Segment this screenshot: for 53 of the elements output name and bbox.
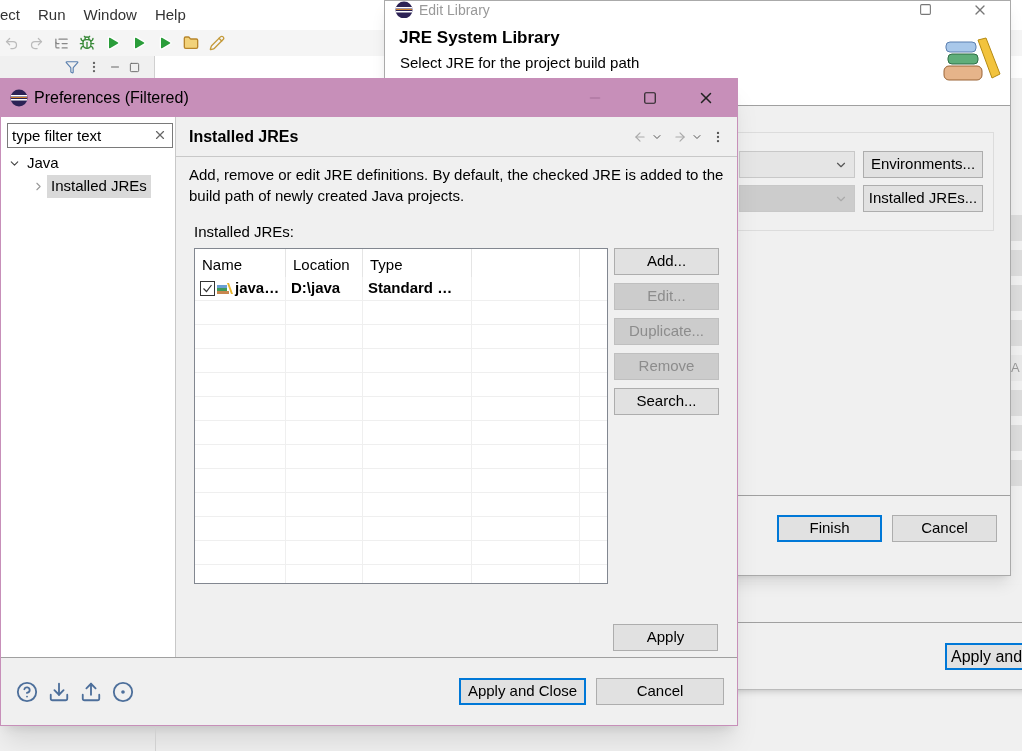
bug-icon[interactable] <box>79 35 95 51</box>
play-icon[interactable] <box>105 35 121 51</box>
apply-button[interactable]: Apply <box>613 624 718 651</box>
maximize-icon[interactable] <box>643 91 657 105</box>
page-description: Add, remove or edit JRE definitions. By default, the checked JRE is added to the build path of newly created Java projects. <box>189 165 724 206</box>
list-icon[interactable] <box>54 35 69 51</box>
window-title: Preferences (Filtered) <box>34 88 189 108</box>
page-title: Installed JREs <box>189 126 299 147</box>
column-header[interactable]: Name <box>195 248 286 277</box>
eclipse-logo-icon <box>10 89 28 107</box>
cancel-button[interactable]: Cancel <box>596 678 724 705</box>
maximize-icon[interactable] <box>129 61 140 73</box>
column-header[interactable]: Location <box>286 248 363 277</box>
wizard-message: Select JRE for the project build path <box>399 54 640 72</box>
cancel-button[interactable]: Cancel <box>892 515 997 542</box>
side-button[interactable]: Add... <box>614 247 719 275</box>
menu-item[interactable]: Help <box>154 3 186 27</box>
help-icon[interactable] <box>16 680 38 703</box>
redo-icon[interactable] <box>29 35 44 51</box>
menu-item[interactable]: Window <box>83 3 137 27</box>
table-cell-text: D:\java <box>291 277 341 298</box>
record-icon[interactable] <box>112 680 134 703</box>
row-checkbox[interactable] <box>200 280 215 296</box>
filter-field[interactable]: type filter text <box>7 123 173 148</box>
menu-item[interactable]: ect <box>0 3 20 27</box>
back-icon[interactable] <box>633 129 647 144</box>
table-cell-text: Standard … <box>368 277 453 298</box>
play-icon[interactable] <box>131 35 147 51</box>
side-button[interactable]: Search... <box>614 387 719 415</box>
apply-and-close-button[interactable]: Apply and Close <box>459 678 586 705</box>
play-icon[interactable] <box>157 35 173 51</box>
export-icon[interactable] <box>80 680 102 703</box>
clear-icon[interactable] <box>153 128 167 142</box>
import-icon[interactable] <box>48 680 70 703</box>
finish-button[interactable]: Finish <box>777 515 882 542</box>
filter-icon[interactable] <box>65 60 79 74</box>
tree-item[interactable]: Installed JREs <box>47 175 151 198</box>
books-icon <box>217 281 233 295</box>
side-bar: A <box>1011 355 1022 381</box>
table-label: Installed JREs: <box>194 222 296 242</box>
pencil-icon[interactable] <box>209 35 225 51</box>
wizard-heading: JRE System Library <box>399 28 561 48</box>
forward-icon[interactable] <box>673 129 687 144</box>
tree-item[interactable]: Java <box>23 152 63 175</box>
folder-icon[interactable] <box>183 35 199 51</box>
table-cell-text: java… <box>235 277 280 298</box>
window-title: Edit Library <box>419 1 490 18</box>
column-header[interactable]: Type <box>363 248 472 277</box>
maximize-icon[interactable] <box>919 3 932 16</box>
undo-icon[interactable] <box>4 35 19 51</box>
dialog-button[interactable]: Environments... <box>863 151 983 178</box>
menu-item[interactable]: Run <box>38 3 66 27</box>
apply-and-close-button[interactable]: Apply and <box>945 643 1022 670</box>
